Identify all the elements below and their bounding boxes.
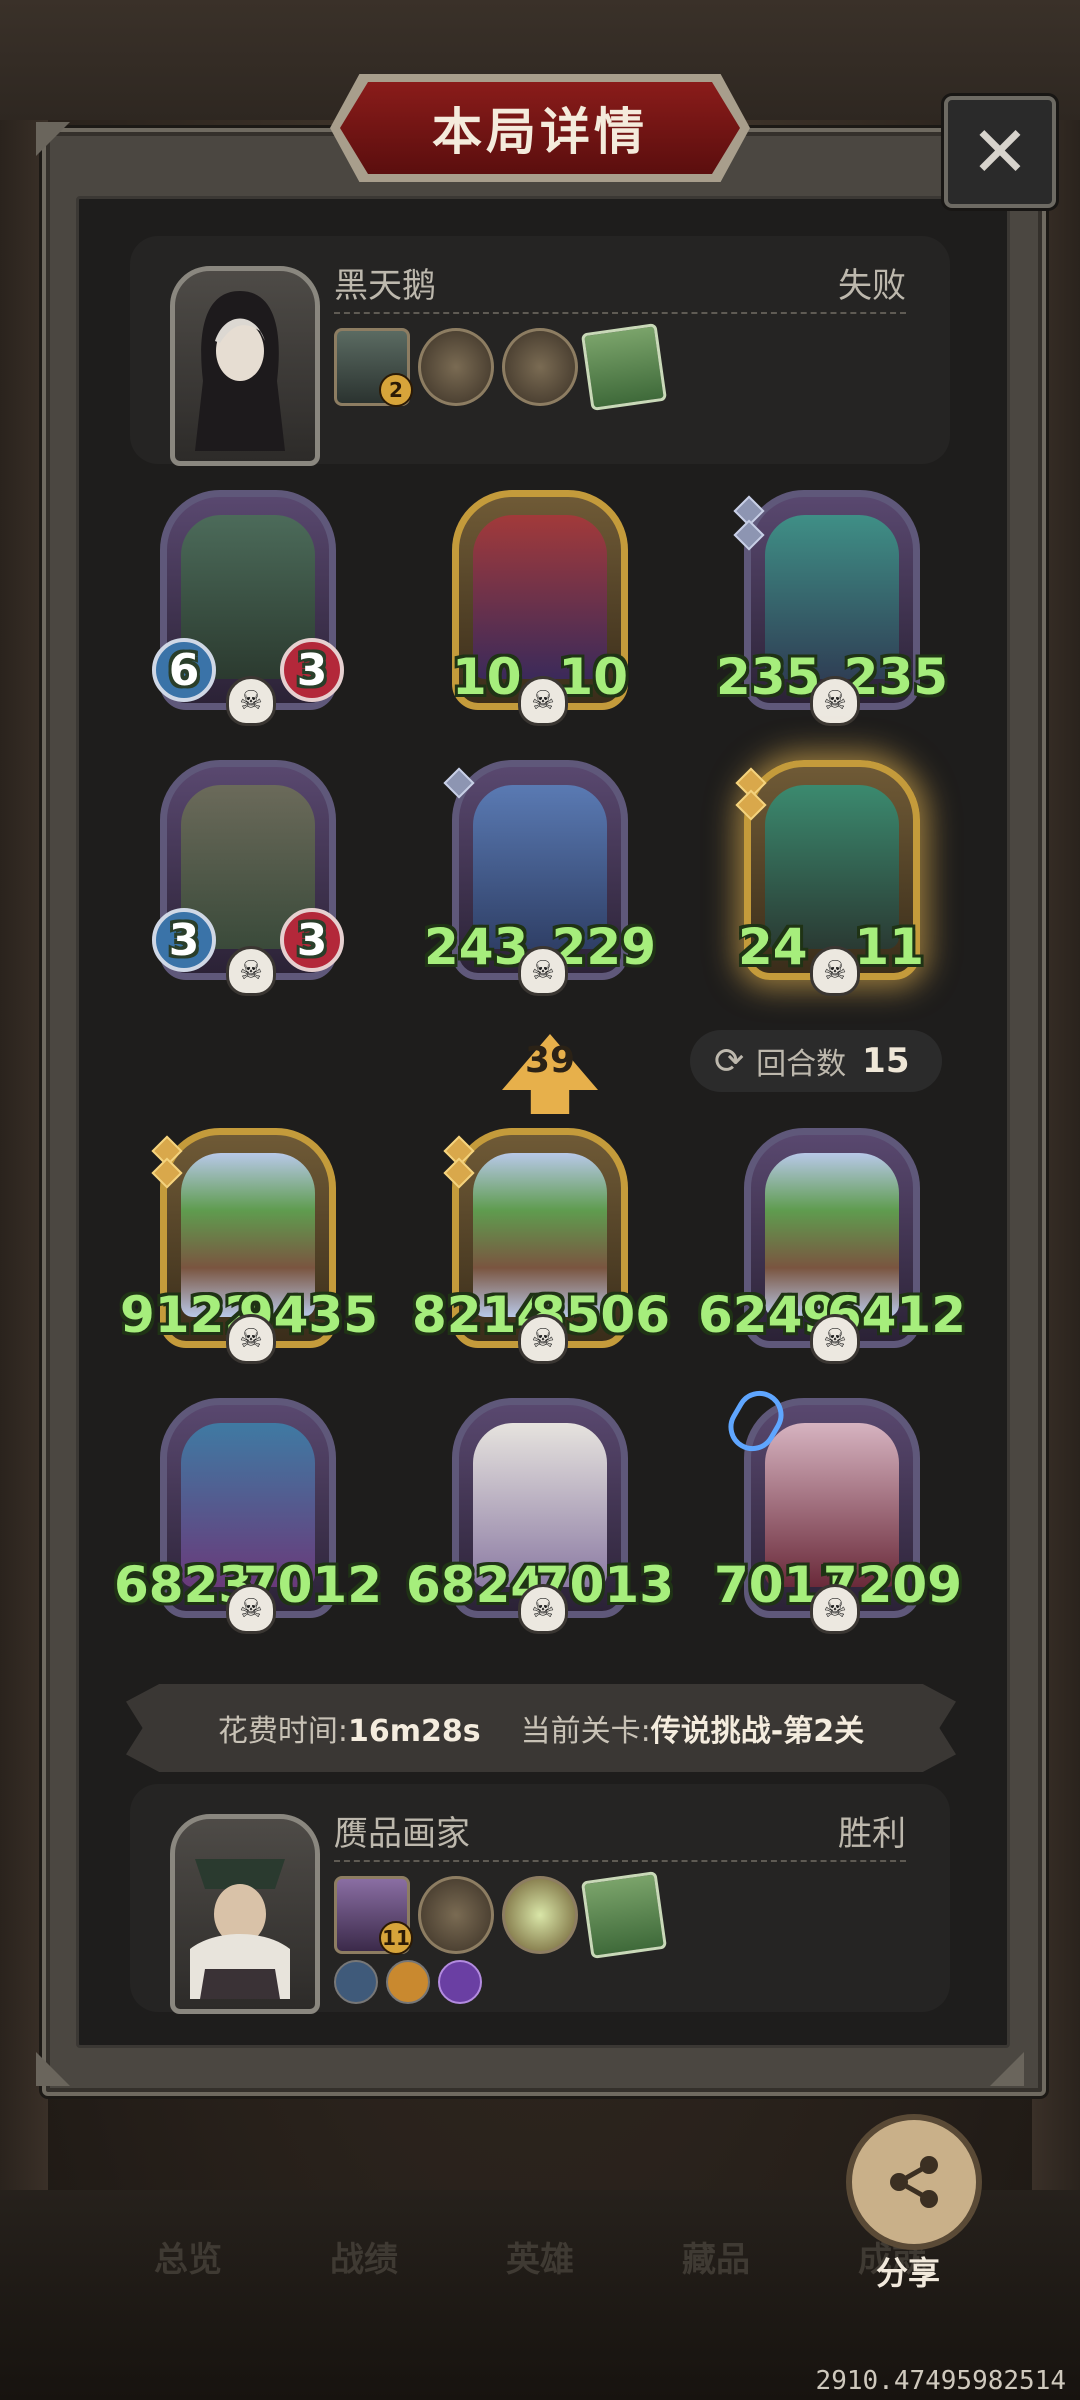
time-spent: 花费时间:16m28s <box>218 1706 481 1750</box>
opponent-unit-2[interactable]: 10 10 ☠ <box>452 490 628 726</box>
painting-artifact-icon[interactable]: 11 <box>334 1876 413 1955</box>
opponent-avatar[interactable] <box>170 266 320 466</box>
nav-heroes[interactable]: 英雄 <box>506 2232 574 2281</box>
skull-icon: ☠ <box>226 1314 276 1364</box>
player-items: 11 <box>334 1871 668 1959</box>
unit-health: 11 <box>854 918 924 976</box>
stage-value: 传说挑战-第2关 <box>650 1714 865 1749</box>
skull-icon: ☠ <box>518 1584 568 1634</box>
share-button[interactable] <box>846 2114 982 2250</box>
share-icon <box>890 2156 938 2208</box>
player-panel: 赝品画家 胜利 11 <box>130 1784 950 2014</box>
player-traits <box>334 1960 482 2004</box>
mirror-artifact-icon[interactable] <box>418 1876 494 1954</box>
opponent-items: 2 <box>334 323 668 411</box>
skull-icon: ☠ <box>226 676 276 726</box>
opponent-name: 黑天鹅 <box>334 266 436 306</box>
opponent-unit-3[interactable]: 235 235 ☠ <box>716 490 948 726</box>
skull-icon: ☠ <box>226 1584 276 1634</box>
player-unit-2[interactable]: 8214 8506 ☠ <box>412 1128 670 1364</box>
player-unit-6[interactable]: 7011 7209 ☠ <box>714 1382 962 1634</box>
rounds-label: 回合数 <box>756 1047 847 1082</box>
crystal-medallion-icon[interactable] <box>502 1876 578 1954</box>
gear-trait-icon[interactable] <box>438 1960 482 2004</box>
skull-icon: ☠ <box>226 946 276 996</box>
opponent-panel: 黑天鹅 失败 2 <box>130 236 950 466</box>
item-count-badge: 11 <box>379 1921 413 1955</box>
unit-attack: 243 <box>424 918 529 976</box>
page-title: 本局详情 <box>432 103 648 161</box>
coordinate-readout: 2910.47495982514 <box>815 2366 1066 2396</box>
share-label: 分享 <box>875 2254 940 2292</box>
player-result: 胜利 <box>838 1814 906 1854</box>
match-info-ribbon: 花费时间:16m28s 当前关卡:传说挑战-第2关 <box>126 1684 956 1772</box>
unit-health: 10 <box>558 648 628 706</box>
swirl-artifact-icon[interactable]: 2 <box>334 328 413 407</box>
unit-attack: 6 <box>152 638 216 702</box>
left-pillar <box>0 120 48 2190</box>
player-name: 赝品画家 <box>334 1814 470 1854</box>
rounds-counter: ⟳ 回合数 15 <box>690 1030 942 1092</box>
skull-icon: ☠ <box>518 676 568 726</box>
unit-attack: 24 <box>738 918 808 976</box>
close-button[interactable]: ✕ <box>944 96 1056 208</box>
nav-records[interactable]: 战绩 <box>330 2232 398 2281</box>
skull-icon: ☠ <box>518 946 568 996</box>
unit-health: 3 <box>280 908 344 972</box>
player-avatar[interactable] <box>170 1814 320 2014</box>
green-book-icon[interactable] <box>580 1871 668 1959</box>
skull-icon: ☠ <box>810 676 860 726</box>
time-label: 花费时间: <box>217 1714 349 1749</box>
opponent-unit-5[interactable]: 243 229 ☠ <box>424 760 656 996</box>
green-book-icon[interactable] <box>580 323 668 411</box>
opponent-unit-4[interactable]: 3 3 ☠ <box>152 760 344 996</box>
unit-attack: 10 <box>452 648 522 706</box>
nav-collection[interactable]: 藏品 <box>682 2232 750 2281</box>
rounds-value: 15 <box>862 1041 910 1081</box>
skull-icon: ☠ <box>518 1314 568 1364</box>
player-unit-4[interactable]: 6823 7012 ☠ <box>114 1398 382 1634</box>
current-stage: 当前关卡:传说挑战-第2关 <box>521 1706 864 1750</box>
player-unit-1[interactable]: 9122 9435 ☠ <box>120 1128 378 1364</box>
stage-label: 当前关卡: <box>520 1714 651 1749</box>
nav-overview[interactable]: 总览 <box>154 2232 222 2281</box>
item-count-badge: 2 <box>379 373 413 407</box>
gate-medallion-icon[interactable] <box>502 328 578 406</box>
unit-attack: 3 <box>152 908 216 972</box>
unit-attack: 235 <box>716 648 821 706</box>
skull-icon: ☠ <box>810 946 860 996</box>
opponent-unit-1[interactable]: 6 3 ☠ <box>152 490 344 726</box>
sword-trait-icon[interactable] <box>334 1960 378 2004</box>
time-value: 16m28s <box>348 1714 481 1749</box>
opponent-unit-6[interactable]: 24 11 ☠ <box>735 760 924 996</box>
tavern-tier: 39 <box>524 1040 576 1081</box>
player-unit-5[interactable]: 6824 7013 ☠ <box>406 1398 674 1634</box>
player-unit-3[interactable]: 6249 6412 ☠ <box>698 1128 966 1364</box>
divider <box>334 312 906 314</box>
skull-icon: ☠ <box>810 1314 860 1364</box>
beast-trait-icon[interactable] <box>386 1960 430 2004</box>
refresh-icon: ⟳ <box>714 1040 745 1082</box>
opponent-result: 失败 <box>838 266 906 306</box>
divider <box>334 1860 906 1862</box>
close-icon: ✕ <box>970 111 1030 193</box>
mirror-artifact-icon[interactable] <box>418 328 494 406</box>
skull-icon: ☠ <box>810 1584 860 1634</box>
unit-health: 3 <box>280 638 344 702</box>
